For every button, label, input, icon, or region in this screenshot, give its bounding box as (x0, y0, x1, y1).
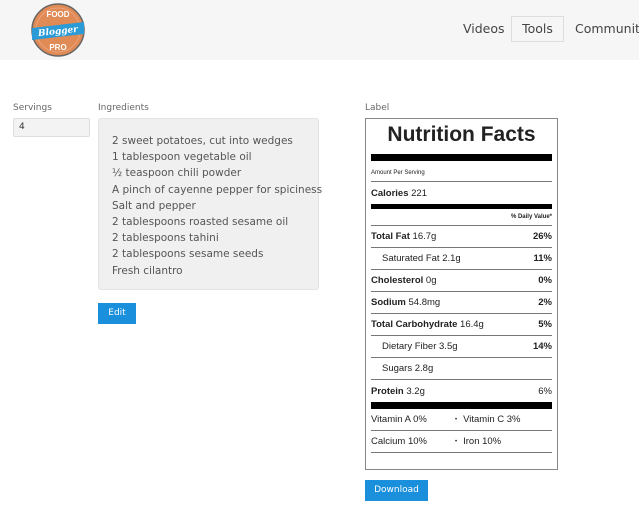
ingredient-item: 2 tablespoons sesame seeds (112, 248, 264, 261)
vitamin-row: Calcium 10% • Iron 10% (371, 431, 552, 453)
nav-tools[interactable]: Tools (511, 16, 564, 42)
ingredient-item: Salt and pepper (112, 199, 196, 212)
nutrient-row-sodium: Sodium 54.8mg 2% (371, 292, 552, 314)
download-button[interactable]: Download (365, 480, 428, 501)
nutrient-row-total-fat: Total Fat 16.7g 26% (371, 226, 552, 248)
thick-divider (371, 154, 552, 161)
site-header: FOOD Blogger PRO Videos Tools Community (0, 0, 639, 60)
bullet: • (455, 438, 458, 445)
servings-input[interactable]: 4 (13, 118, 90, 137)
ingredient-item: A pinch of cayenne pepper for spiciness (112, 183, 323, 196)
calories-value: 221 (411, 187, 427, 199)
ingredient-item: 2 tablespoons roasted sesame oil (112, 216, 289, 229)
nutrition-facts-title: Nutrition Facts (387, 123, 536, 146)
edit-button[interactable]: Edit (98, 303, 136, 324)
nutrient-row-cholesterol: Cholesterol 0g 0% (371, 270, 552, 292)
label-section-label: Label (365, 103, 390, 113)
ingredient-item: 1 tablespoon vegetable oil (112, 151, 252, 164)
ingredient-item: 2 tablespoons tahini (112, 232, 219, 245)
ingredient-item: ½ teaspoon chili powder (112, 167, 242, 180)
vitamin-row: Vitamin A 0% • Vitamin C 3% (371, 409, 552, 431)
nutrient-row-protein: Protein 3.2g 6% (371, 385, 552, 397)
ingredient-item: Fresh cilantro (112, 264, 183, 277)
nutrient-row-total-carbohydrate: Total Carbohydrate 16.4g 5% (371, 314, 552, 336)
nav-community[interactable]: Community (575, 21, 639, 36)
nutrient-row-sugars: Sugars 2.8g (371, 358, 552, 380)
nav-videos[interactable]: Videos (463, 21, 505, 36)
ingredients-box[interactable]: 2 sweet potatoes, cut into wedges 1 tabl… (98, 118, 323, 290)
nutrient-row-saturated-fat: Saturated Fat 2.1g 11% (371, 248, 552, 270)
nutrient-row-dietary-fiber: Dietary Fiber 3.5g 14% (371, 336, 552, 358)
ingredients-label: Ingredients (98, 103, 149, 113)
calories-row: Calories 221 (371, 182, 552, 204)
servings-label: Servings (13, 103, 52, 113)
food-blogger-pro-logo[interactable]: FOOD Blogger PRO (30, 2, 86, 58)
svg-text:PRO: PRO (49, 43, 66, 52)
nutrition-facts-label: Nutrition Facts Amount Per Serving Calor… (365, 118, 558, 470)
calories-label: Calories (371, 187, 409, 199)
bullet: • (455, 416, 458, 423)
thick-divider (371, 402, 552, 409)
ingredient-item: 2 sweet potatoes, cut into wedges (112, 135, 293, 147)
daily-value-header: % Daily Value* (371, 209, 552, 226)
amount-per-serving: Amount Per Serving (371, 161, 552, 182)
svg-text:FOOD: FOOD (46, 10, 69, 19)
